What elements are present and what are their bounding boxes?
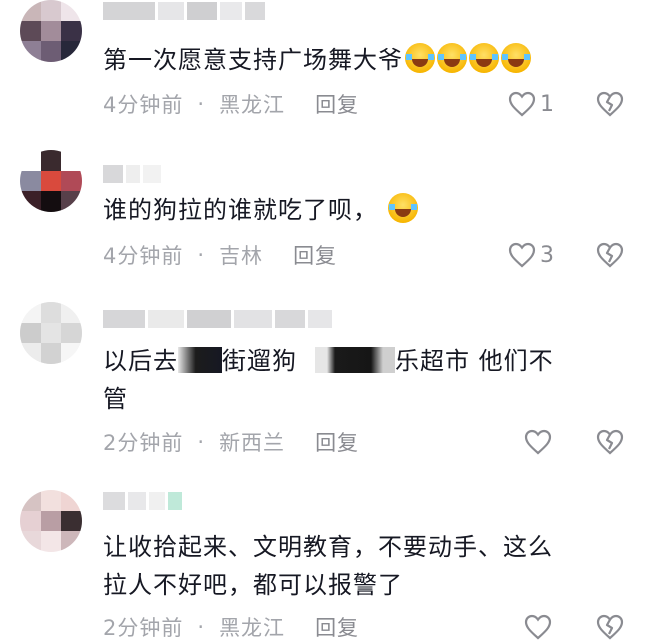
like-count: 3 [540,242,554,268]
like-button[interactable] [524,612,552,642]
comment-text: 以后去 街遛狗 乐超市 他们不管 [103,347,554,413]
separator-dot: · [197,243,206,267]
like-button[interactable] [524,427,552,457]
redacted-text [178,347,222,373]
dislike-button[interactable] [596,89,624,119]
comment-text: 第一次愿意支持广场舞大爷 [103,41,623,79]
username-redacted[interactable] [103,492,182,512]
comment-time: 4分钟前 [103,93,184,117]
comment-time: 2分钟前 [103,431,184,455]
separator-dot: · [197,430,206,454]
comment-time: 2分钟前 [103,616,184,640]
heart-outline-icon [524,614,552,640]
laughing-emoji-icon [388,193,418,223]
username-redacted[interactable] [103,2,265,22]
reply-button[interactable]: 回复 [315,427,359,457]
avatar[interactable] [20,490,82,552]
heart-outline-icon [508,242,536,268]
comment-text: 谁的狗拉的谁就吃了呗， [103,191,623,229]
username-redacted[interactable] [103,165,161,185]
laughing-emoji-icon [405,43,435,73]
broken-heart-icon [596,429,624,455]
heart-outline-icon [524,429,552,455]
username-redacted[interactable] [103,310,332,330]
comment-location: 新西兰 [219,431,286,455]
like-count: 1 [540,91,554,117]
comment-meta: 4分钟前 · 黑龙江 回复 [103,89,359,119]
broken-heart-icon [596,242,624,268]
comment-location: 吉林 [219,244,264,268]
dislike-button[interactable] [596,240,624,270]
laughing-emoji-icon [469,43,499,73]
reply-button[interactable]: 回复 [293,240,337,270]
comment-text: 让收拾起来、文明教育，不要动手、这么 拉人不好吧，都可以报警了 [103,533,553,599]
separator-dot: · [197,615,206,639]
dislike-button[interactable] [596,427,624,457]
reply-button[interactable]: 回复 [315,89,359,119]
laughing-emoji-icon [501,43,531,73]
avatar[interactable] [20,302,82,364]
broken-heart-icon [596,91,624,117]
like-button[interactable]: 3 [508,240,554,270]
reply-button[interactable]: 回复 [315,612,359,642]
separator-dot: · [197,92,206,116]
avatar[interactable] [20,150,82,212]
comment-location: 黑龙江 [219,616,286,640]
comment-meta: 2分钟前 · 黑龙江 回复 [103,612,359,642]
broken-heart-icon [596,614,624,640]
heart-outline-icon [508,91,536,117]
dislike-button[interactable] [596,612,624,642]
redacted-text [315,347,395,373]
laughing-emoji-icon [437,43,467,73]
comment-time: 4分钟前 [103,244,184,268]
like-button[interactable]: 1 [508,89,554,119]
comment-location: 黑龙江 [219,93,286,117]
comment-meta: 4分钟前 · 吉林 回复 [103,240,337,270]
avatar[interactable] [20,0,82,62]
comment-meta: 2分钟前 · 新西兰 回复 [103,427,359,457]
